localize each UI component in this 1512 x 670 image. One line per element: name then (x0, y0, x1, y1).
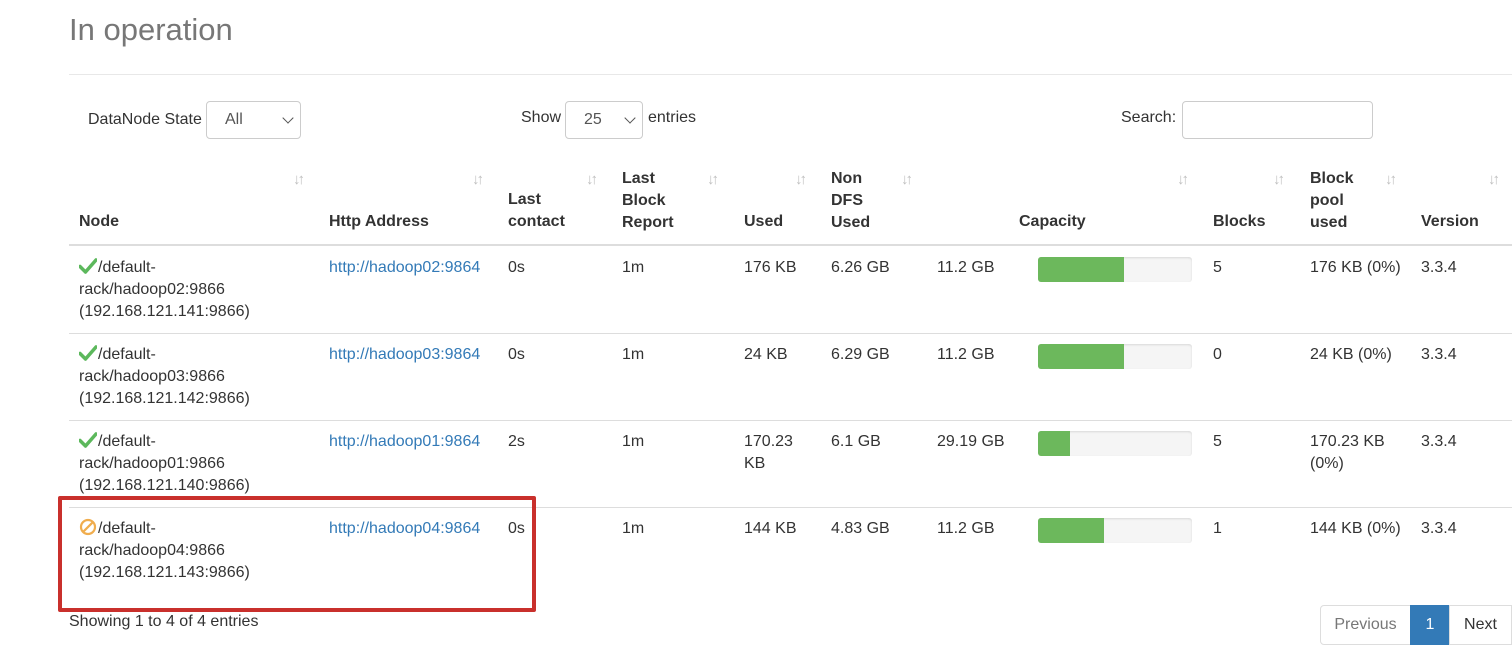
search-input[interactable] (1182, 101, 1373, 139)
http-address-link[interactable]: http://hadoop02:9864 (329, 257, 480, 279)
entries-label: entries (648, 109, 697, 126)
datanode-state-label: DataNode State (88, 111, 202, 128)
last-contact: 0s (508, 346, 525, 363)
column-header-blocks[interactable]: Blocks (1213, 211, 1265, 233)
column-header-http-address[interactable]: Http Address (329, 211, 429, 233)
row-divider (69, 333, 1512, 334)
table-info: Showing 1 to 4 of 4 entries (69, 613, 259, 630)
sort-icon[interactable]: ↓↑ (472, 171, 484, 188)
node-ip: (192.168.121.140:9866) (79, 477, 250, 494)
datanode-state-select[interactable]: All (206, 101, 301, 139)
check-icon (79, 345, 97, 361)
blocks: 1 (1213, 520, 1222, 537)
column-header-last-block-report[interactable]: Last Block Report (622, 168, 674, 234)
capacity-bar-fill (1038, 257, 1125, 282)
node-name: /default- (98, 433, 156, 450)
sort-icon[interactable]: ↓↑ (1488, 171, 1500, 188)
capacity-bar (1038, 518, 1192, 543)
node-name: rack/hadoop02:9866 (79, 281, 225, 298)
header-divider (69, 244, 1512, 246)
sort-icon[interactable]: ↓↑ (1385, 171, 1397, 188)
capacity-bar-fill (1038, 518, 1105, 543)
blocks: 0 (1213, 346, 1222, 363)
last-block-report: 1m (622, 259, 645, 276)
column-header-non-dfs-used[interactable]: Non DFS Used (831, 168, 870, 234)
used: 24 KB (744, 346, 788, 363)
sort-icon[interactable]: ↓↑ (586, 171, 598, 188)
check-icon (79, 432, 97, 448)
datanode-state-value: All (225, 111, 243, 128)
check-icon (79, 258, 97, 274)
node-ip: (192.168.121.141:9866) (79, 303, 250, 320)
capacity-bar (1038, 257, 1192, 282)
chevron-down-icon (624, 112, 636, 124)
capacity-bar (1038, 344, 1192, 369)
sort-icon[interactable]: ↓↑ (1273, 171, 1285, 188)
node-name: /default- (98, 259, 156, 276)
capacity-value: 11.2 GB (937, 520, 995, 537)
last-contact: 2s (508, 433, 525, 450)
page-length-value: 25 (584, 111, 602, 128)
page-length-select[interactable]: 25 (565, 101, 643, 139)
column-header-version[interactable]: Version (1421, 211, 1479, 233)
node-name: rack/hadoop01:9866 (79, 455, 225, 472)
show-label: Show (521, 109, 562, 126)
row-divider (69, 420, 1512, 421)
node-ip: (192.168.121.142:9866) (79, 390, 250, 407)
block-pool-used: 170.23 KB (0%) (1310, 433, 1385, 472)
last-block-report: 1m (622, 520, 645, 537)
non-dfs-used: 6.1 GB (831, 433, 881, 450)
highlight-annotation-box (58, 496, 536, 612)
version: 3.3.4 (1421, 433, 1457, 450)
used: 170.23 KB (744, 433, 793, 472)
sort-icon[interactable]: ↓↑ (707, 171, 719, 188)
capacity-value: 11.2 GB (937, 259, 995, 276)
sort-icon[interactable]: ↓↑ (901, 171, 913, 188)
previous-page-button[interactable]: Previous (1320, 605, 1411, 645)
http-address-link[interactable]: http://hadoop03:9864 (329, 344, 480, 366)
non-dfs-used: 6.26 GB (831, 259, 890, 276)
chevron-down-icon (282, 112, 294, 124)
version: 3.3.4 (1421, 259, 1457, 276)
page-title: In operation (69, 12, 233, 47)
sort-icon[interactable]: ↓↑ (795, 171, 807, 188)
node-name: /default- (98, 346, 156, 363)
page-1-button[interactable]: 1 (1410, 605, 1450, 645)
version: 3.3.4 (1421, 520, 1457, 537)
used: 176 KB (744, 259, 797, 276)
column-header-last-contact[interactable]: Last contact (508, 189, 565, 233)
node-name: rack/hadoop03:9866 (79, 368, 225, 385)
search-label: Search: (1121, 109, 1177, 126)
capacity-bar-fill (1038, 431, 1071, 456)
last-block-report: 1m (622, 433, 645, 450)
last-contact: 0s (508, 259, 525, 276)
column-header-used[interactable]: Used (744, 211, 783, 233)
used: 144 KB (744, 520, 797, 537)
version: 3.3.4 (1421, 346, 1457, 363)
block-pool-used: 24 KB (0%) (1310, 346, 1392, 363)
column-header-block-pool-used[interactable]: Block pool used (1310, 168, 1354, 234)
block-pool-used: 144 KB (0%) (1310, 520, 1401, 537)
title-divider (69, 74, 1512, 75)
blocks: 5 (1213, 259, 1222, 276)
column-header-node[interactable]: Node (79, 211, 119, 233)
block-pool-used: 176 KB (0%) (1310, 259, 1401, 276)
column-header-capacity[interactable]: Capacity (1019, 211, 1086, 233)
non-dfs-used: 6.29 GB (831, 346, 890, 363)
http-address-link[interactable]: http://hadoop01:9864 (329, 431, 480, 453)
capacity-bar-fill (1038, 344, 1125, 369)
capacity-value: 29.19 GB (937, 433, 1005, 450)
sort-icon[interactable]: ↓↑ (1177, 171, 1189, 188)
sort-icon[interactable]: ↓↑ (293, 171, 305, 188)
capacity-value: 11.2 GB (937, 346, 995, 363)
next-page-button[interactable]: Next (1449, 605, 1512, 645)
last-block-report: 1m (622, 346, 645, 363)
blocks: 5 (1213, 433, 1222, 450)
capacity-bar (1038, 431, 1192, 456)
non-dfs-used: 4.83 GB (831, 520, 890, 537)
